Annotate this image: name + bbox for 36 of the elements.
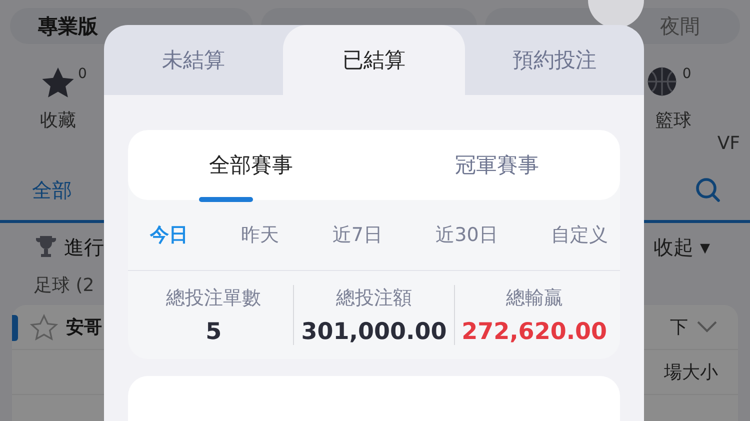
scope-tab[interactable]: 冠軍賽事 [374,130,620,200]
stat-label: 總投注額 [336,286,412,311]
stat-value: 5 [206,319,222,345]
theme-tab[interactable]: 夜間 [660,12,700,40]
search-icon[interactable] [694,176,722,204]
section-title: 進行 [64,234,104,260]
star-outline-icon[interactable] [30,314,58,340]
bet-status-tab[interactable]: 已結算 [283,25,465,95]
star-icon[interactable] [40,66,76,100]
stat-label: 總輸贏 [506,286,563,311]
period-tab[interactable]: 近30日 [436,222,498,248]
shortcut-label[interactable]: 籃球 [655,108,692,132]
sport-heading: 足球 (2 [34,275,94,296]
period-tab[interactable]: 近7日 [332,222,382,248]
stat-value: 301,000.00 [301,319,447,345]
bet-status-tab[interactable]: 預約投注 [465,25,644,95]
stat-value: 272,620.00 [462,319,608,345]
count-label: 0 [78,66,87,82]
period-tab[interactable]: 昨天 [241,222,280,248]
count-label: 0 [682,66,692,82]
collapse-toggle[interactable]: 收起 ▾ [654,234,710,260]
market-label[interactable]: 下 [670,315,688,339]
shortcut-label[interactable]: VF [717,133,740,154]
market-label[interactable]: 場大小 [664,360,718,384]
filter-tab[interactable]: 全部 [32,176,72,204]
period-tab[interactable]: 自定义 [550,222,608,248]
trophy-icon [34,234,58,260]
active-marker [12,315,18,341]
shortcut-label[interactable]: 收藏 [40,108,87,132]
scope-tab[interactable]: 全部賽事 [128,130,374,200]
bet-status-tab[interactable]: 未結算 [104,25,283,95]
period-tab[interactable]: 今日 [150,222,188,248]
chevron-down-icon[interactable] [696,320,718,334]
stat-label: 總投注單數 [166,286,262,311]
mode-tab[interactable]: 專業版 [38,12,98,40]
match-name[interactable]: 安哥 [66,315,102,339]
